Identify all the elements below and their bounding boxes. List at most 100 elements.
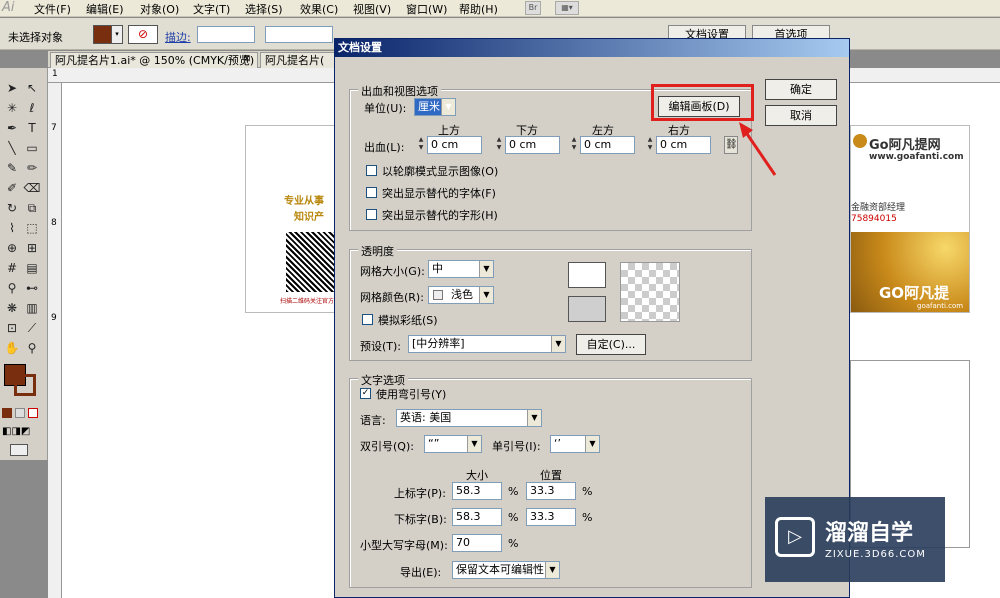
menu-help[interactable]: 帮助(H): [459, 1, 498, 17]
percent-sign: %: [582, 485, 593, 498]
double-quotes-select[interactable]: “” ▼: [424, 435, 482, 453]
bridge-icon[interactable]: Br: [525, 1, 541, 15]
screen-mode-icon[interactable]: [10, 444, 28, 456]
menu-file[interactable]: 文件(F): [34, 1, 71, 17]
watermark-title: 溜溜自学: [825, 521, 914, 546]
grid-size-select[interactable]: 中 ▼: [428, 260, 494, 278]
hand-tool-icon[interactable]: ✋: [2, 338, 22, 358]
card-brand: Go阿凡提网: [869, 138, 941, 153]
pen-tool-icon[interactable]: ✒: [2, 118, 22, 138]
export-select[interactable]: 保留文本可编辑性 ▼: [452, 561, 560, 579]
draw-mode-icons[interactable]: ◧◨◩: [2, 426, 38, 438]
double-quotes-label: 双引号(Q):: [360, 440, 414, 453]
menu-object[interactable]: 对象(O): [140, 1, 179, 17]
bleed-bottom-input[interactable]: 0 cm: [505, 136, 560, 154]
none-mode-icon[interactable]: [28, 408, 38, 418]
superscript-label: 上标字(P):: [394, 487, 446, 500]
fill-dropdown-icon[interactable]: ▾: [111, 25, 123, 44]
smart-quotes-checkbox[interactable]: ✓: [360, 388, 371, 399]
ok-button[interactable]: 确定: [765, 79, 837, 100]
bleed-left-input[interactable]: 0 cm: [580, 136, 635, 154]
grid-color-swatch: [433, 290, 443, 300]
stepper-arrows-icon[interactable]: ▲ ▼: [569, 136, 579, 154]
bleed-right-input[interactable]: 0 cm: [656, 136, 711, 154]
variable-width-field[interactable]: [265, 26, 333, 43]
menu-select[interactable]: 选择(S): [245, 1, 283, 17]
eraser-tool-icon[interactable]: ⌫: [22, 178, 42, 198]
gradient-mode-icon[interactable]: [15, 408, 25, 418]
chevron-down-icon: ▼: [545, 562, 559, 578]
free-transform-icon[interactable]: ⬚: [22, 218, 42, 238]
menu-edit[interactable]: 编辑(E): [86, 1, 124, 17]
brand-logo-icon: [853, 134, 867, 148]
subscript-position-input[interactable]: 33.3: [526, 508, 576, 526]
magic-wand-icon[interactable]: ✳: [2, 98, 22, 118]
subscript-size-input[interactable]: 58.3: [452, 508, 502, 526]
tab-document-2[interactable]: 阿凡提名片(: [260, 52, 340, 68]
outline-mode-checkbox[interactable]: [366, 165, 377, 176]
eyedropper-icon[interactable]: ⚲: [2, 278, 22, 298]
artboard-card-right[interactable]: Go阿凡提网 www.goafanti.com 金融资部经理 75894015 …: [850, 125, 970, 313]
paintbrush-tool-icon[interactable]: ✎: [2, 158, 22, 178]
stroke-color-box[interactable]: [14, 374, 36, 396]
stepper-arrows-icon[interactable]: ▲ ▼: [645, 136, 655, 154]
lasso-tool-icon[interactable]: ℓ: [22, 98, 42, 118]
language-select[interactable]: 英语: 美国 ▼: [396, 409, 542, 427]
warp-tool-icon[interactable]: ⌇: [2, 218, 22, 238]
stepper-arrows-icon[interactable]: ▲ ▼: [416, 136, 426, 154]
stroke-weight-field[interactable]: [197, 26, 255, 43]
single-quotes-select[interactable]: ‘’ ▼: [550, 435, 600, 453]
close-tab-icon[interactable]: ⊠: [243, 54, 251, 64]
artboard-card-left[interactable]: 专业从事 知识产 扫描二维码关注官方: [245, 125, 335, 313]
menu-view[interactable]: 视图(V): [353, 1, 391, 17]
highlight-fonts-label: 突出显示替代的字体(F): [382, 187, 496, 200]
language-value: 英语: 美国: [400, 411, 452, 424]
chevron-down-icon: ▼: [467, 436, 481, 452]
grid-size-value: 中: [432, 262, 443, 275]
units-select[interactable]: 厘米 ▼: [414, 98, 456, 116]
grid-color-value: 浅色: [451, 288, 473, 301]
type-tool-icon[interactable]: T: [22, 118, 42, 138]
superscript-size-input[interactable]: 58.3: [452, 482, 502, 500]
chevron-down-icon: ▼: [585, 436, 599, 452]
artboard-tool-icon[interactable]: ⊡: [2, 318, 22, 338]
menu-window[interactable]: 窗口(W): [406, 1, 447, 17]
arrange-documents-icon[interactable]: ▦▾: [555, 1, 579, 15]
stepper-arrows-icon[interactable]: ▲ ▼: [494, 136, 504, 154]
selection-tool-icon[interactable]: ➤: [2, 78, 22, 98]
symbol-sprayer-icon[interactable]: ❋: [2, 298, 22, 318]
highlight-glyphs-checkbox[interactable]: [366, 209, 377, 220]
small-caps-input[interactable]: 70: [452, 534, 502, 552]
menu-type[interactable]: 文字(T): [193, 1, 230, 17]
stroke-label[interactable]: 描边:: [165, 29, 191, 45]
blob-brush-icon[interactable]: ✐: [2, 178, 22, 198]
preset-select[interactable]: [中分辨率] ▼: [408, 335, 566, 353]
grid-color-preview[interactable]: [568, 296, 606, 322]
scale-tool-icon[interactable]: ⧉: [22, 198, 42, 218]
stroke-swatch[interactable]: ⊘: [128, 25, 158, 44]
menu-effect[interactable]: 效果(C): [300, 1, 338, 17]
rectangle-tool-icon[interactable]: ▭: [22, 138, 42, 158]
gradient-tool-icon[interactable]: ▤: [22, 258, 42, 278]
highlight-fonts-checkbox[interactable]: [366, 187, 377, 198]
superscript-position-input[interactable]: 33.3: [526, 482, 576, 500]
bleed-top-input[interactable]: 0 cm: [427, 136, 482, 154]
zoom-tool-icon[interactable]: ⚲: [22, 338, 42, 358]
simulate-paper-checkbox[interactable]: [362, 314, 373, 325]
direct-selection-tool-icon[interactable]: ↖: [22, 78, 42, 98]
color-mode-icon[interactable]: [2, 408, 12, 418]
grid-color-select[interactable]: 浅色 ▼: [428, 286, 494, 304]
slice-tool-icon[interactable]: ⟋: [22, 318, 42, 338]
rotate-tool-icon[interactable]: ↻: [2, 198, 22, 218]
perspective-grid-icon[interactable]: ⊞: [22, 238, 42, 258]
paper-color-swatch[interactable]: [568, 262, 606, 288]
shape-builder-icon[interactable]: ⊕: [2, 238, 22, 258]
line-tool-icon[interactable]: ╲: [2, 138, 22, 158]
blend-tool-icon[interactable]: ⊷: [22, 278, 42, 298]
chevron-down-icon: ▼: [551, 336, 565, 352]
custom-button[interactable]: 自定(C)...: [576, 334, 646, 355]
pencil-tool-icon[interactable]: ✏: [22, 158, 42, 178]
graph-tool-icon[interactable]: ▥: [22, 298, 42, 318]
mesh-tool-icon[interactable]: #: [2, 258, 22, 278]
tab-document-1[interactable]: 阿凡提名片1.ai* @ 150% (CMYK/预览): [50, 52, 258, 68]
